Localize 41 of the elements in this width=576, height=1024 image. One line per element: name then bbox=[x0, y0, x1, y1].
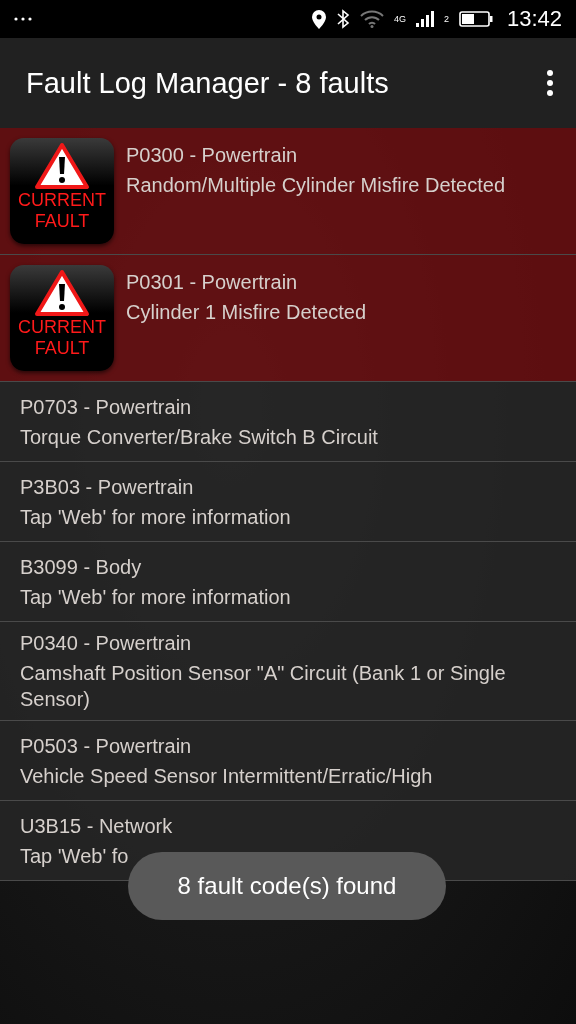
fault-row[interactable]: P0340 - Powertrain Camshaft Position Sensor "A" Circuit (Bank 1 or Single Sensor) bbox=[0, 622, 576, 721]
badge-label: FAULT bbox=[34, 338, 90, 359]
badge-label: CURRENT bbox=[18, 190, 106, 211]
battery-icon bbox=[458, 11, 493, 27]
fault-code: P0301 - Powertrain bbox=[126, 270, 299, 295]
fault-code: P0300 - Powertrain bbox=[126, 143, 299, 168]
fault-code: U3B15 - Network bbox=[20, 813, 173, 839]
fault-description: Tap 'Web' for more information bbox=[20, 504, 291, 530]
fault-description: Random/Multiple Cylinder Misfire Detected bbox=[126, 173, 506, 198]
fault-code: P0503 - Powertrain bbox=[20, 733, 193, 759]
fault-count-toast: 8 fault code(s) found bbox=[128, 852, 446, 920]
fault-row[interactable]: P0703 - Powertrain Torque Converter/Brake Switch B Circuit bbox=[0, 382, 576, 462]
current-fault-row[interactable]: CURRENT FAULT P0300 - Powertrain Random/Multiple Cylinder Misfire Detected bbox=[0, 128, 576, 255]
fault-description: Tap 'Web' fo bbox=[20, 843, 130, 869]
bluetooth-icon bbox=[335, 9, 350, 29]
more-notifications-icon bbox=[14, 17, 32, 21]
current-fault-row[interactable]: CURRENT FAULT P0301 - Powertrain Cylinder 1 Misfire Detected bbox=[0, 255, 576, 382]
wifi-icon bbox=[359, 10, 384, 28]
clock-time: 13:42 bbox=[506, 6, 562, 32]
fault-description: Vehicle Speed Sensor Intermittent/Erratic/High bbox=[20, 763, 433, 789]
overflow-menu-icon[interactable] bbox=[546, 69, 554, 97]
warning-icon bbox=[34, 269, 90, 317]
badge-label: FAULT bbox=[34, 211, 90, 232]
fault-code: P0340 - Powertrain bbox=[20, 631, 193, 656]
fault-code: P3B03 - Powertrain bbox=[20, 474, 195, 500]
signal-icon bbox=[415, 11, 434, 27]
warning-icon bbox=[34, 142, 90, 190]
fault-description: Camshaft Position Sensor "A" Circuit (Bank 1 or Single Sensor) bbox=[20, 661, 507, 712]
app-title: Fault Log Manager - 8 faults bbox=[26, 66, 389, 100]
fault-row[interactable]: P0503 - Powertrain Vehicle Speed Sensor Intermittent/Erratic/High bbox=[0, 721, 576, 801]
sim-number: 2 bbox=[443, 14, 449, 24]
network-type: 4G bbox=[393, 14, 406, 24]
fault-description: Cylinder 1 Misfire Detected bbox=[126, 300, 367, 325]
fault-row[interactable]: B3099 - Body Tap 'Web' for more information bbox=[0, 542, 576, 622]
fault-code: P0703 - Powertrain bbox=[20, 394, 193, 420]
fault-description: Tap 'Web' for more information bbox=[20, 584, 291, 610]
fault-description: Torque Converter/Brake Switch B Circuit bbox=[20, 424, 378, 450]
badge-label: CURRENT bbox=[18, 317, 106, 338]
fault-code: B3099 - Body bbox=[20, 554, 143, 580]
fault-row[interactable]: P3B03 - Powertrain Tap 'Web' for more information bbox=[0, 462, 576, 542]
location-icon bbox=[311, 9, 326, 29]
